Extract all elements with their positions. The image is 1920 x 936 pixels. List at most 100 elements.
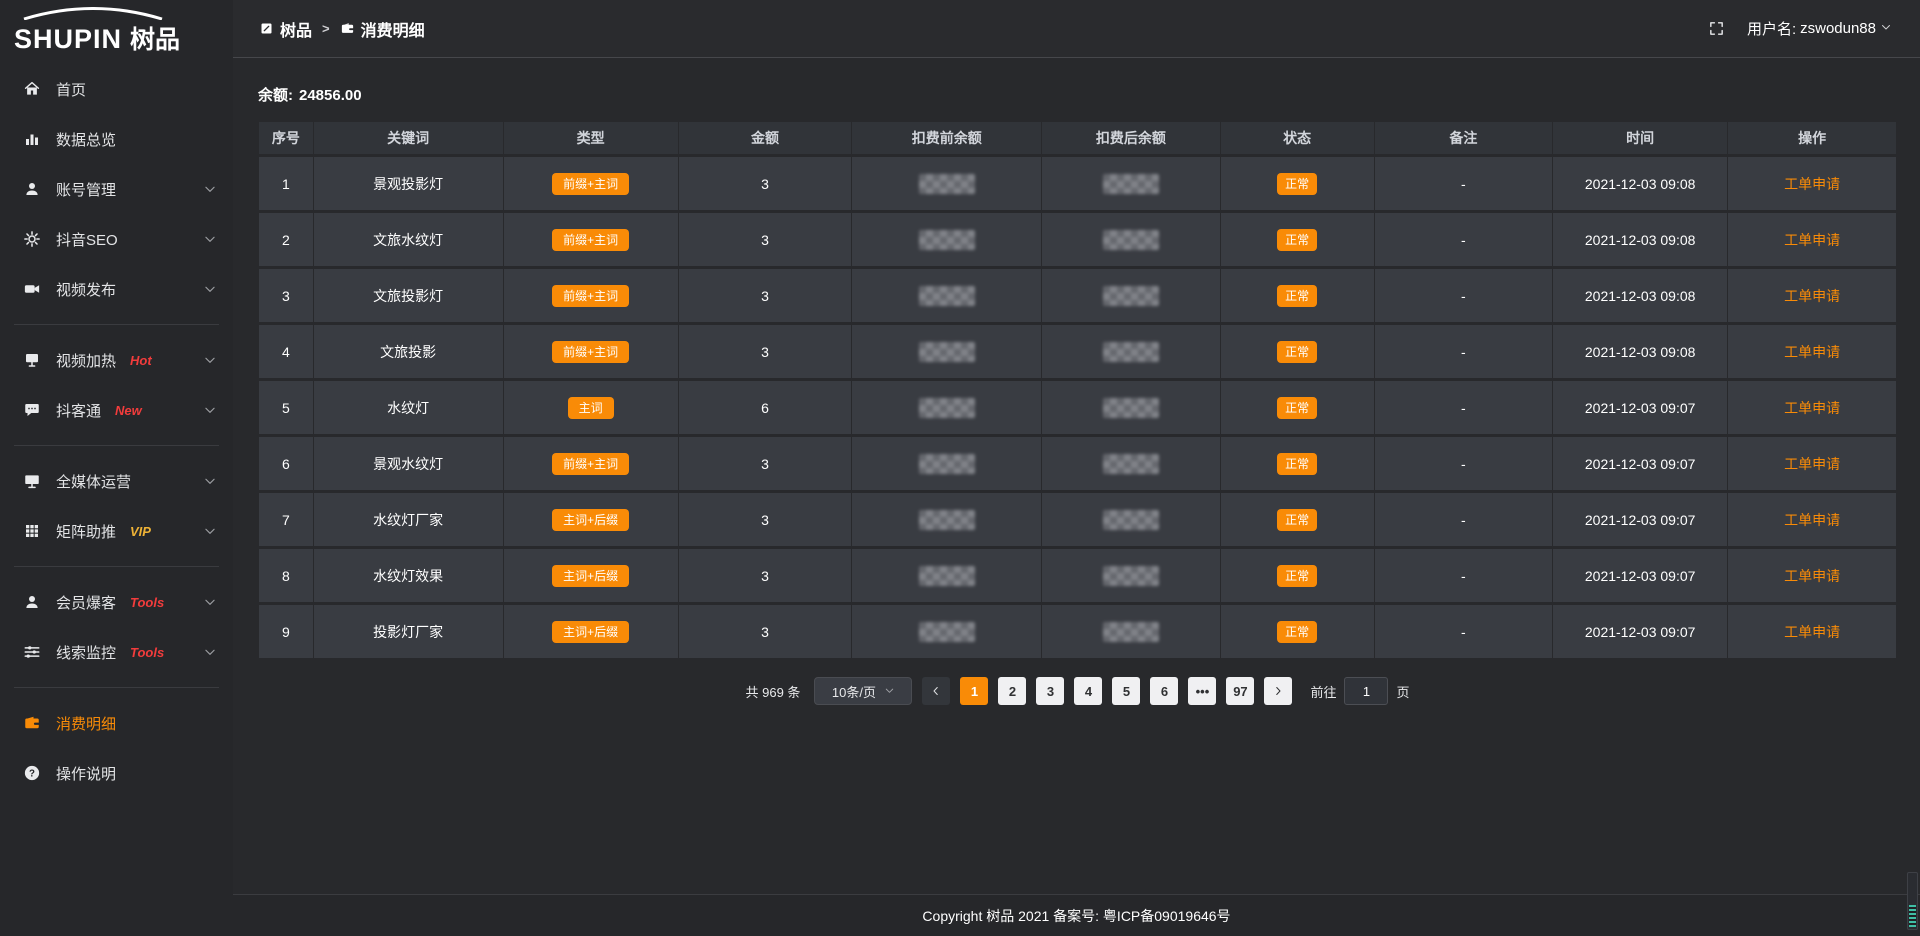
cell-time: 2021-12-03 09:07 — [1553, 605, 1727, 658]
cell-keyword: 文旅水纹灯 — [314, 213, 503, 266]
work-order-link[interactable]: 工单申请 — [1784, 456, 1840, 472]
cell-status: 正常 — [1221, 437, 1374, 490]
cell-type: 前缀+主词 — [504, 437, 678, 490]
user-menu[interactable]: 用户名: zswodun88 — [1747, 18, 1892, 39]
sidebar-item-douyin-seo[interactable]: 抖音SEO — [0, 214, 233, 264]
status-badge: 正常 — [1277, 397, 1317, 419]
cell-time: 2021-12-03 09:08 — [1553, 213, 1727, 266]
sidebar-item-data-overview[interactable]: 数据总览 — [0, 114, 233, 164]
status-badge: 正常 — [1277, 453, 1317, 475]
prev-page-button[interactable] — [922, 677, 950, 705]
cell-index: 9 — [259, 605, 313, 658]
brand-logo[interactable]: SHUPIN 树品 — [0, 0, 233, 62]
masked-balance — [1103, 454, 1159, 474]
scroll-indicator[interactable] — [1907, 872, 1918, 930]
page-button-5[interactable]: 5 — [1112, 677, 1140, 705]
gear-icon — [22, 229, 42, 249]
work-order-link[interactable]: 工单申请 — [1784, 176, 1840, 192]
table-row: 8 水纹灯效果 主词+后缀 3 正常 - 2021-12-03 09:07 工单… — [259, 549, 1896, 602]
cell-pre-balance — [852, 157, 1041, 210]
breadcrumb-item-consume-detail[interactable]: 消费明细 — [340, 17, 425, 41]
cell-action: 工单申请 — [1728, 493, 1896, 546]
page-button-2[interactable]: 2 — [998, 677, 1026, 705]
cell-remark: - — [1375, 605, 1552, 658]
cell-action: 工单申请 — [1728, 437, 1896, 490]
masked-balance — [919, 454, 975, 474]
cell-remark: - — [1375, 213, 1552, 266]
type-badge: 前缀+主词 — [552, 285, 629, 307]
app-window: SHUPIN 树品 首页 数据总览 账号管理 抖音SEO 视频发布 — [0, 0, 1920, 936]
work-order-link[interactable]: 工单申请 — [1784, 232, 1840, 248]
cell-remark: - — [1375, 493, 1552, 546]
work-order-link[interactable]: 工单申请 — [1784, 344, 1840, 360]
cell-amount: 3 — [679, 493, 852, 546]
cell-status: 正常 — [1221, 325, 1374, 378]
work-order-link[interactable]: 工单申请 — [1784, 512, 1840, 528]
sidebar-item-matrix-boost[interactable]: 矩阵助推 VIP — [0, 506, 233, 556]
table-header-2: 类型 — [504, 122, 678, 154]
video-camera-icon — [22, 279, 42, 299]
page-button-1[interactable]: 1 — [960, 677, 988, 705]
work-order-link[interactable]: 工单申请 — [1784, 624, 1840, 640]
screen-icon — [22, 350, 42, 370]
fullscreen-icon[interactable] — [1708, 20, 1725, 37]
sidebar-badge: VIP — [130, 524, 151, 539]
more-pages-button[interactable]: ••• — [1188, 677, 1216, 705]
page-button-6[interactable]: 6 — [1150, 677, 1178, 705]
masked-balance — [1103, 230, 1159, 250]
sidebar-item-video-publish[interactable]: 视频发布 — [0, 264, 233, 314]
cell-amount: 3 — [679, 325, 852, 378]
sidebar-item-consume-detail[interactable]: 消费明细 — [0, 698, 233, 748]
cell-remark: - — [1375, 325, 1552, 378]
work-order-link[interactable]: 工单申请 — [1784, 400, 1840, 416]
cell-keyword: 水纹灯 — [314, 381, 503, 434]
cell-pre-balance — [852, 437, 1041, 490]
sidebar-item-media-operation[interactable]: 全媒体运营 — [0, 456, 233, 506]
cell-status: 正常 — [1221, 493, 1374, 546]
cell-amount: 3 — [679, 213, 852, 266]
cell-index: 4 — [259, 325, 313, 378]
masked-balance — [919, 622, 975, 642]
cell-keyword: 投影灯厂家 — [314, 605, 503, 658]
type-badge: 前缀+主词 — [552, 173, 629, 195]
table-row: 4 文旅投影 前缀+主词 3 正常 - 2021-12-03 09:08 工单申… — [259, 325, 1896, 378]
work-order-link[interactable]: 工单申请 — [1784, 288, 1840, 304]
page-size-value: 10条/页 — [832, 682, 876, 701]
grid-icon — [22, 521, 42, 541]
goto-label: 前往 — [1310, 682, 1336, 701]
type-badge: 主词+后缀 — [552, 621, 629, 643]
page-button-4[interactable]: 4 — [1074, 677, 1102, 705]
total-count: 共 969 条 — [746, 682, 801, 701]
sidebar-item-video-heat[interactable]: 视频加热 Hot — [0, 335, 233, 385]
masked-balance — [919, 342, 975, 362]
sidebar-item-home[interactable]: 首页 — [0, 64, 233, 114]
cell-keyword: 景观水纹灯 — [314, 437, 503, 490]
sidebar-item-member-baoke[interactable]: 会员爆客 Tools — [0, 577, 233, 627]
goto-page-input[interactable] — [1344, 677, 1388, 705]
status-badge: 正常 — [1277, 565, 1317, 587]
status-badge: 正常 — [1277, 229, 1317, 251]
page-button-3[interactable]: 3 — [1036, 677, 1064, 705]
username: zswodun88 — [1800, 20, 1876, 37]
sidebar-item-operation-guide[interactable]: ? 操作说明 — [0, 748, 233, 798]
masked-balance — [919, 566, 975, 586]
sidebar-item-douketong[interactable]: 抖客通 New — [0, 385, 233, 435]
masked-balance — [1103, 398, 1159, 418]
cell-amount: 3 — [679, 437, 852, 490]
page-size-select[interactable]: 10条/页 — [814, 677, 912, 705]
cell-status: 正常 — [1221, 605, 1374, 658]
sidebar-item-account-management[interactable]: 账号管理 — [0, 164, 233, 214]
page-button-97[interactable]: 97 — [1226, 677, 1254, 705]
breadcrumb-item-brand[interactable]: 树品 — [259, 17, 312, 41]
cell-status: 正常 — [1221, 157, 1374, 210]
masked-balance — [919, 398, 975, 418]
work-order-link[interactable]: 工单申请 — [1784, 568, 1840, 584]
cell-status: 正常 — [1221, 549, 1374, 602]
sidebar-item-lead-monitor[interactable]: 线索监控 Tools — [0, 627, 233, 677]
cell-pre-balance — [852, 549, 1041, 602]
table-header-row: 序号关键词类型金额扣费前余额扣费后余额状态备注时间操作 — [259, 122, 1896, 154]
cell-time: 2021-12-03 09:07 — [1553, 549, 1727, 602]
next-page-button[interactable] — [1264, 677, 1292, 705]
cell-time: 2021-12-03 09:08 — [1553, 157, 1727, 210]
breadcrumb: 树品 > 消费明细 — [259, 17, 425, 41]
